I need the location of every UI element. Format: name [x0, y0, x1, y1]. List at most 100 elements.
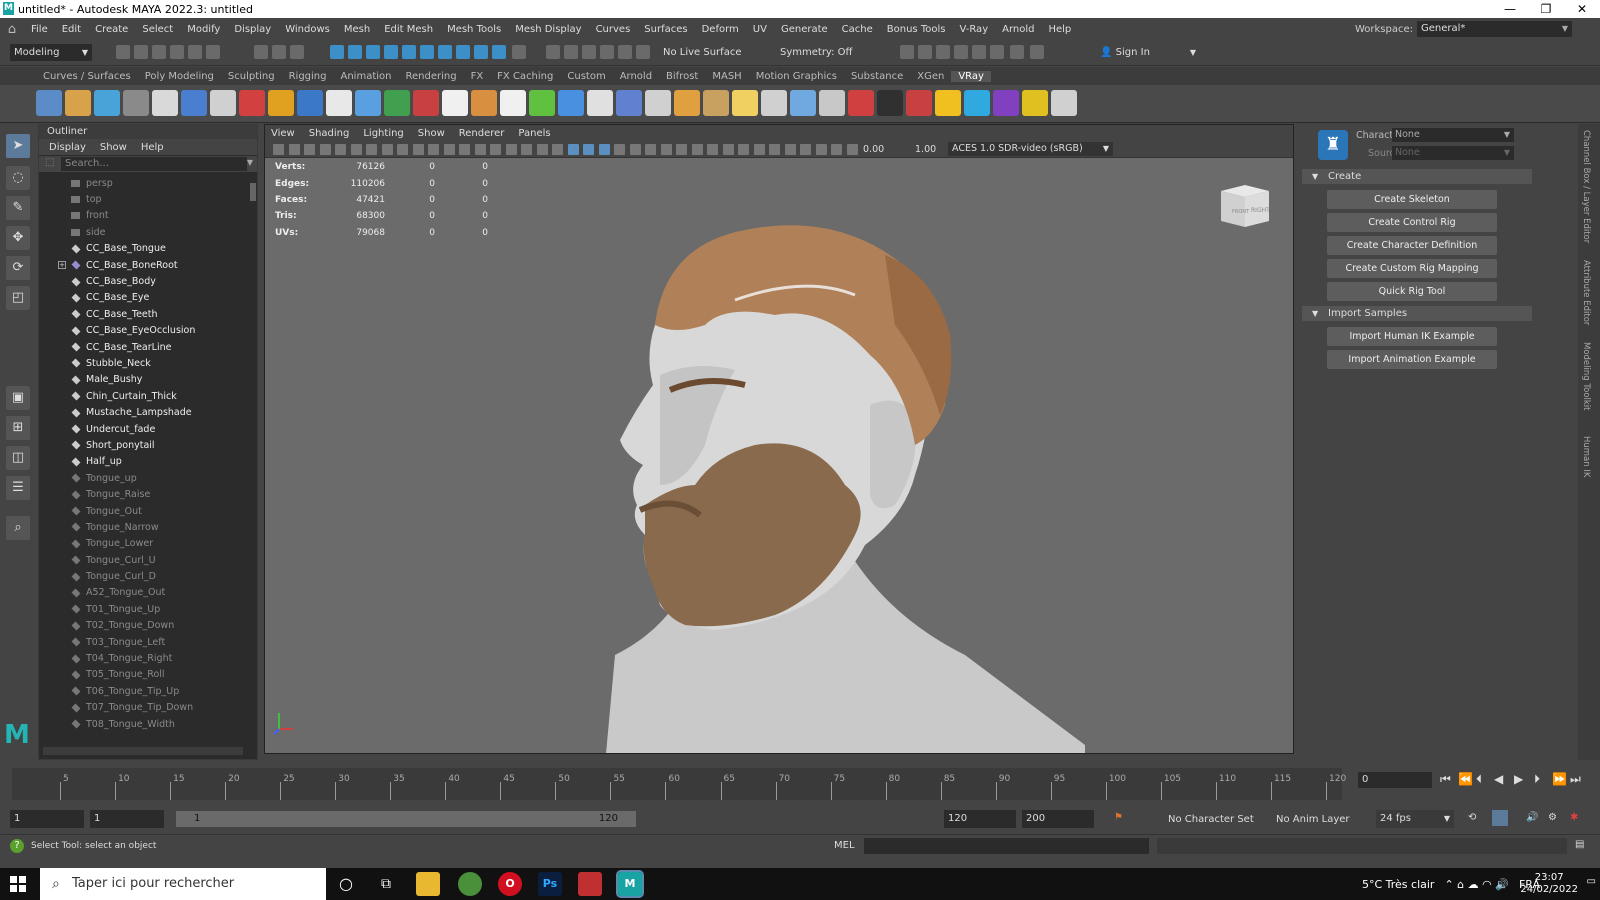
- viewport-tool-icon[interactable]: [567, 144, 579, 155]
- statusline-tool-icon[interactable]: [152, 45, 166, 59]
- menu-item-cache[interactable]: Cache: [835, 24, 880, 35]
- outliner-item[interactable]: Half_up: [39, 454, 249, 470]
- vray-shelf-tool-icon[interactable]: [761, 90, 787, 116]
- play-forward-icon[interactable]: ▶: [1514, 772, 1523, 786]
- outliner-item[interactable]: T04_Tongue_Right: [39, 650, 249, 666]
- statusline-tool-icon[interactable]: [438, 45, 452, 59]
- vray-shelf-tool-icon[interactable]: [355, 90, 381, 116]
- outliner-item[interactable]: Tongue_Curl_U: [39, 552, 249, 568]
- menu-item-help[interactable]: Help: [1041, 24, 1078, 35]
- file-explorer-icon[interactable]: [416, 872, 440, 896]
- vray-shelf-tool-icon[interactable]: [181, 90, 207, 116]
- minimize-button[interactable]: —: [1492, 0, 1528, 18]
- statusline-tool-icon[interactable]: [188, 45, 202, 59]
- menu-item-file[interactable]: File: [24, 24, 55, 35]
- vray-shelf-tool-icon[interactable]: [413, 90, 439, 116]
- shelf-tab-arnold[interactable]: Arnold: [613, 71, 659, 82]
- side-tab-attribute-editor[interactable]: Attribute Editor: [1581, 260, 1591, 325]
- taskbar-search-input[interactable]: ⌕ Taper ici pour rechercher: [40, 868, 326, 900]
- vray-shelf-tool-icon[interactable]: [471, 90, 497, 116]
- outliner-item[interactable]: Male_Bushy: [39, 372, 249, 388]
- outliner-item[interactable]: CC_Base_TearLine: [39, 339, 249, 355]
- outliner-item[interactable]: persp: [39, 175, 249, 191]
- viewport-tool-icon[interactable]: [366, 144, 377, 155]
- shelf-tab-custom[interactable]: Custom: [560, 71, 612, 82]
- menu-item-curves[interactable]: Curves: [589, 24, 638, 35]
- menu-item-deform[interactable]: Deform: [695, 24, 746, 35]
- vray-shelf-tool-icon[interactable]: [239, 90, 265, 116]
- vray-shelf-tool-icon[interactable]: [674, 90, 700, 116]
- vray-shelf-tool-icon[interactable]: [616, 90, 642, 116]
- statusline-tool-icon[interactable]: [600, 45, 614, 59]
- viewport-tool-icon[interactable]: [629, 144, 641, 155]
- home-icon[interactable]: ⌂: [0, 22, 24, 37]
- statusline-tool-icon[interactable]: [564, 45, 578, 59]
- viewport-tool-icon[interactable]: [645, 144, 656, 155]
- vray-shelf-tool-icon[interactable]: [732, 90, 758, 116]
- animation-end-field[interactable]: 200: [1022, 810, 1094, 828]
- gamma-field[interactable]: 1.00: [915, 143, 943, 156]
- shelf-tab-xgen[interactable]: XGen: [910, 71, 951, 82]
- step-back-frame-icon[interactable]: ⏴: [1476, 772, 1482, 787]
- viewport-tool-icon[interactable]: [583, 144, 594, 155]
- statusline-tool-icon[interactable]: [582, 45, 596, 59]
- opera-icon[interactable]: O: [498, 872, 522, 896]
- outliner-item[interactable]: CC_Base_Body: [39, 273, 249, 289]
- outliner-item[interactable]: CC_Base_EyeOcclusion: [39, 323, 249, 339]
- viewport-menu-panels[interactable]: Panels: [518, 128, 550, 139]
- viewport-tool-icon[interactable]: [800, 144, 811, 155]
- single-view-icon[interactable]: ▣: [6, 386, 30, 410]
- side-tab-channel-box-layer-editor[interactable]: Channel Box / Layer Editor: [1581, 130, 1591, 243]
- menu-item-create[interactable]: Create: [88, 24, 135, 35]
- statusline-tool-icon[interactable]: [990, 45, 1004, 59]
- rotate-tool-icon[interactable]: ⟳: [6, 256, 30, 280]
- vray-shelf-tool-icon[interactable]: [268, 90, 294, 116]
- menu-item-select[interactable]: Select: [135, 24, 180, 35]
- menu-item-modify[interactable]: Modify: [180, 24, 227, 35]
- statusline-tool-icon[interactable]: [1030, 45, 1044, 59]
- shelf-tab-fx[interactable]: FX: [464, 71, 491, 82]
- outliner-item[interactable]: CC_Base_Tongue: [39, 241, 249, 257]
- vray-shelf-tool-icon[interactable]: [964, 90, 990, 116]
- vray-shelf-tool-icon[interactable]: [384, 90, 410, 116]
- statusline-tool-icon[interactable]: [636, 45, 650, 59]
- vray-shelf-tool-icon[interactable]: [645, 90, 671, 116]
- weather-text[interactable]: 5°C Très clair: [1362, 878, 1434, 891]
- animation-start-field[interactable]: 1: [10, 810, 84, 828]
- go-to-end-icon[interactable]: ⏭: [1570, 772, 1581, 787]
- step-back-key-icon[interactable]: ⏪: [1458, 772, 1473, 786]
- vray-shelf-tool-icon[interactable]: [152, 90, 178, 116]
- vray-shelf-tool-icon[interactable]: [500, 90, 526, 116]
- scale-tool-icon[interactable]: ◰: [6, 286, 30, 310]
- sound-icon[interactable]: 🔊: [1526, 812, 1538, 823]
- outliner-item[interactable]: T06_Tongue_Tip_Up: [39, 683, 249, 699]
- vray-shelf-tool-icon[interactable]: [1022, 90, 1048, 116]
- viewport-tool-icon[interactable]: [753, 144, 765, 155]
- viewport-tool-icon[interactable]: [598, 144, 610, 155]
- outliner-item[interactable]: side: [39, 224, 249, 240]
- statusline-tool-icon[interactable]: [474, 45, 488, 59]
- winrar-icon[interactable]: [578, 872, 602, 896]
- shelf-tab-fx-caching[interactable]: FX Caching: [490, 71, 560, 82]
- viewport-tool-icon[interactable]: [490, 144, 501, 155]
- menu-item-arnold[interactable]: Arnold: [995, 24, 1041, 35]
- menu-item-edit[interactable]: Edit: [55, 24, 88, 35]
- viewport-menu-renderer[interactable]: Renderer: [459, 128, 505, 139]
- viewport-tool-icon[interactable]: [769, 144, 780, 155]
- viewport-tool-icon[interactable]: [381, 144, 393, 155]
- hik-button-quick-rig-tool[interactable]: Quick Rig Tool: [1327, 282, 1497, 301]
- viewport-tool-icon[interactable]: [552, 144, 563, 155]
- statusline-tool-icon[interactable]: [170, 45, 184, 59]
- range-slider[interactable]: 1 120: [176, 811, 636, 827]
- outliner-hscrollbar[interactable]: [43, 747, 243, 755]
- vray-shelf-tool-icon[interactable]: [848, 90, 874, 116]
- hik-button-import-human-ik-example[interactable]: Import Human IK Example: [1327, 327, 1497, 346]
- outliner-item[interactable]: T07_Tongue_Tip_Down: [39, 700, 249, 716]
- loop-icon[interactable]: ⟲: [1468, 812, 1476, 823]
- menu-item-mesh-display[interactable]: Mesh Display: [508, 24, 588, 35]
- chrome-icon[interactable]: [458, 872, 482, 896]
- vray-shelf-tool-icon[interactable]: [210, 90, 236, 116]
- outliner-item[interactable]: Chin_Curtain_Thick: [39, 388, 249, 404]
- statusline-tool-icon[interactable]: [384, 45, 398, 59]
- outliner-scrollbar[interactable]: [249, 175, 257, 745]
